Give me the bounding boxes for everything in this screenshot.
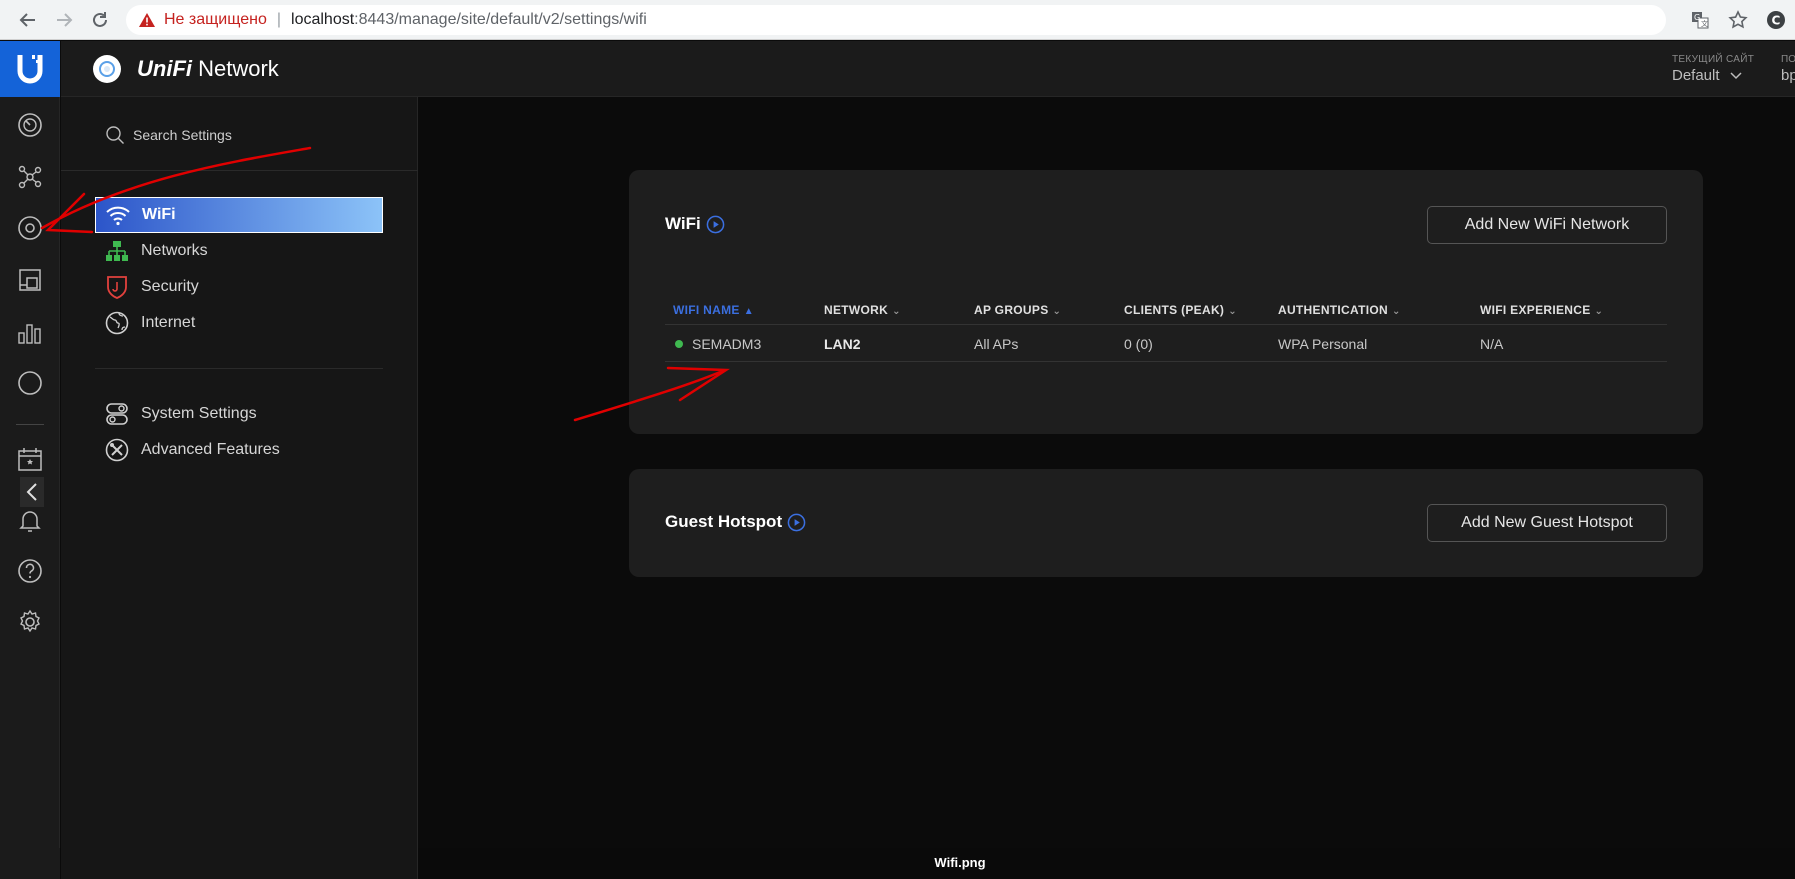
sidebar-item-label: Internet <box>141 314 196 331</box>
insights-icon[interactable] <box>16 369 44 397</box>
chevron-down-icon: ⌄ <box>1391 306 1401 317</box>
svg-text:C: C <box>1772 14 1781 28</box>
column-network[interactable]: NETWORK ⌄ <box>824 303 901 317</box>
collapse-chevron-icon[interactable] <box>20 477 44 507</box>
cell-ap-groups: All APs <box>974 336 1019 352</box>
settings-sidebar: Search Settings WiFi Networks Security I… <box>61 97 418 848</box>
url-text: localhost:8443/manage/site/default/v2/se… <box>291 11 647 28</box>
wifi-table-header: WIFI NAME ▲ NETWORK ⌄ AP GROUPS ⌄ CLIENTS (… <box>665 295 1667 325</box>
chevron-up-icon: ▲ <box>743 306 754 317</box>
sidebar-divider <box>95 368 383 369</box>
sidebar-item-label: Networks <box>141 242 208 259</box>
guest-card-title: Guest Hotspot <box>665 512 806 532</box>
status-dot <box>675 340 683 348</box>
add-wifi-network-button[interactable]: Add New WiFi Network <box>1427 206 1667 244</box>
help-icon[interactable] <box>16 557 44 585</box>
sidebar-item-networks[interactable]: Networks <box>95 233 383 269</box>
settings-icon[interactable] <box>16 608 44 636</box>
sidebar-item-label: Advanced Features <box>141 441 280 458</box>
sidebar-item-system-settings[interactable]: System Settings <box>95 396 383 432</box>
warning-icon <box>139 13 155 27</box>
left-rail <box>0 41 60 879</box>
sidebar-item-label: WiFi <box>142 206 176 223</box>
site-value: Default <box>1672 67 1754 84</box>
translate-icon[interactable]: G文 <box>1681 1 1719 39</box>
browser-toolbar: Не защищено | localhost:8443/manage/site… <box>0 0 1795 40</box>
chevron-down-icon: ⌄ <box>1594 306 1604 317</box>
topology-icon[interactable] <box>16 163 44 191</box>
cell-network: LAN2 <box>824 336 861 352</box>
globe-icon <box>103 311 131 335</box>
sidebar-item-wifi[interactable]: WiFi <box>95 197 383 233</box>
column-wifi-name[interactable]: WIFI NAME ▲ <box>673 303 754 317</box>
sidebar-item-internet[interactable]: Internet <box>95 305 383 341</box>
cell-clients: 0 (0) <box>1124 336 1153 352</box>
cell-experience: N/A <box>1480 336 1504 352</box>
rail-divider <box>16 424 44 425</box>
alarms-icon[interactable] <box>16 507 44 535</box>
chevron-down-icon: ⌄ <box>1052 306 1062 317</box>
dashboard-icon[interactable] <box>16 111 44 139</box>
column-wifi-experience[interactable]: WIFI EXPERIENCE ⌄ <box>1480 303 1603 317</box>
cell-wifi-name: SEMADM3 <box>692 336 762 352</box>
shield-icon <box>103 275 131 299</box>
back-icon[interactable] <box>10 2 46 38</box>
column-clients-peak[interactable]: CLIENTS (PEAK) ⌄ <box>1124 303 1237 317</box>
play-circle-icon[interactable] <box>706 215 725 234</box>
wifi-icon <box>104 203 132 227</box>
search-placeholder: Search Settings <box>133 127 232 143</box>
app-header: UniFi Network ТЕКУЩИЙ САЙТ Default ПО bp <box>61 41 1795 97</box>
sidebar-item-label: System Settings <box>141 405 257 422</box>
table-row[interactable]: SEMADM3 LAN2 All APs 0 (0) WPA Personal … <box>665 326 1667 362</box>
svg-text:文: 文 <box>1701 19 1708 28</box>
column-ap-groups[interactable]: AP GROUPS ⌄ <box>974 303 1061 317</box>
image-caption-bar: Wifi.png <box>0 848 1795 879</box>
svg-text:G: G <box>1694 13 1700 22</box>
address-separator: | <box>276 11 282 28</box>
user-label: ПО <box>1781 54 1795 65</box>
add-guest-hotspot-button[interactable]: Add New Guest Hotspot <box>1427 504 1667 542</box>
chevron-down-icon <box>1730 72 1742 80</box>
ubiquiti-logo-icon[interactable] <box>0 41 60 97</box>
tools-icon <box>103 438 131 462</box>
address-bar[interactable]: Не защищено | localhost:8443/manage/site… <box>126 5 1666 35</box>
search-icon <box>106 126 124 144</box>
sidebar-divider <box>61 170 418 171</box>
filename-caption: Wifi.png <box>934 855 986 870</box>
sidebar-item-advanced-features[interactable]: Advanced Features <box>95 432 383 468</box>
wifi-card-title: WiFi <box>665 214 725 234</box>
sidebar-item-label: Security <box>141 278 199 295</box>
wifi-card: WiFi Add New WiFi Network WIFI NAME ▲ NET… <box>629 170 1703 434</box>
site-label: ТЕКУЩИЙ САЙТ <box>1672 54 1755 65</box>
statistics-icon[interactable] <box>16 318 44 346</box>
cell-authentication: WPA Personal <box>1278 336 1368 352</box>
site-selector[interactable]: ТЕКУЩИЙ САЙТ Default <box>1672 54 1754 84</box>
insecure-label: Не защищено <box>164 11 267 28</box>
sidebar-item-security[interactable]: Security <box>95 269 383 305</box>
forward-icon[interactable] <box>46 2 82 38</box>
play-circle-icon[interactable] <box>787 513 806 532</box>
search-settings[interactable]: Search Settings <box>105 125 232 145</box>
networks-icon <box>103 239 131 263</box>
chevron-down-icon: ⌄ <box>1228 306 1237 317</box>
user-value: bp <box>1781 67 1795 84</box>
clients-icon[interactable] <box>16 266 44 294</box>
unifi-logo-icon[interactable] <box>93 55 121 83</box>
column-authentication[interactable]: AUTHENTICATION ⌄ <box>1278 303 1401 317</box>
toggles-icon <box>103 402 131 426</box>
star-icon[interactable] <box>1719 1 1757 39</box>
chevron-down-icon: ⌄ <box>892 306 901 317</box>
main-content: WiFi Add New WiFi Network WIFI NAME ▲ NET… <box>419 97 1795 848</box>
profile-icon[interactable]: C <box>1757 1 1795 39</box>
events-icon[interactable] <box>16 445 44 473</box>
reload-icon[interactable] <box>82 2 118 38</box>
user-selector[interactable]: ПО bp <box>1781 54 1795 84</box>
guest-hotspot-card: Guest Hotspot Add New Guest Hotspot <box>629 469 1703 577</box>
app-title: UniFi Network <box>137 56 279 81</box>
devices-icon[interactable] <box>16 214 44 242</box>
